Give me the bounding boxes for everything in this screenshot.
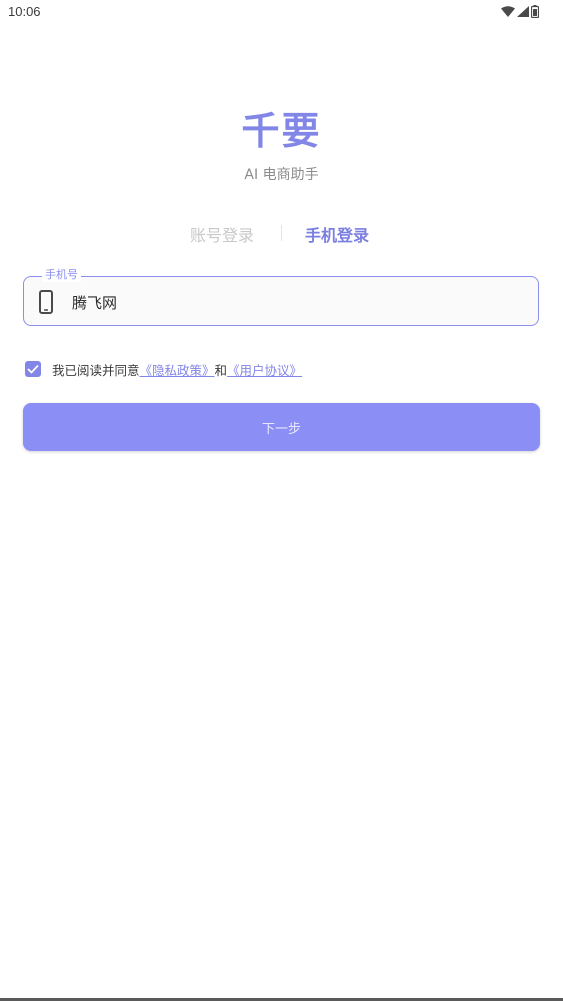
next-step-label: 下一步 bbox=[261, 421, 301, 437]
app-title: 千要 bbox=[241, 109, 322, 153]
agreement-checkbox[interactable] bbox=[25, 361, 41, 377]
check-icon bbox=[27, 364, 39, 374]
user-agreement-link[interactable]: 《用户协议》 bbox=[227, 360, 302, 379]
status-time: 10:06 bbox=[8, 4, 41, 19]
login-tabs: 账号登录 手机登录 bbox=[0, 222, 563, 246]
cellular-signal-icon bbox=[517, 5, 529, 17]
wifi-icon bbox=[501, 5, 515, 17]
tab-account-login[interactable]: 账号登录 bbox=[190, 222, 254, 246]
login-screen: 10:06 千要 AI 电商助手 账号登录 手机登录 手机号 腾飞网 我已阅读并… bbox=[0, 0, 563, 1001]
next-step-button[interactable]: 下一步 bbox=[23, 403, 540, 451]
battery-icon bbox=[531, 4, 539, 18]
phone-number-field[interactable]: 手机号 腾飞网 bbox=[23, 268, 539, 326]
phone-input-value[interactable]: 腾飞网 bbox=[72, 292, 117, 313]
agreement-and-text: 和 bbox=[214, 362, 228, 378]
status-bar: 10:06 bbox=[0, 0, 563, 24]
phone-field-label: 手机号 bbox=[42, 268, 81, 282]
privacy-policy-link[interactable]: 《隐私政策》 bbox=[140, 360, 215, 379]
tab-divider bbox=[281, 225, 282, 241]
agreement-row: 我已阅读并同意 《隐私政策》 和 《用户协议》 bbox=[25, 360, 302, 378]
smartphone-icon bbox=[38, 290, 54, 314]
tab-phone-login[interactable]: 手机登录 bbox=[305, 222, 369, 246]
status-icons bbox=[501, 4, 539, 18]
agreement-text: 我已阅读并同意 bbox=[52, 362, 140, 378]
app-subtitle: AI 电商助手 bbox=[244, 167, 319, 183]
